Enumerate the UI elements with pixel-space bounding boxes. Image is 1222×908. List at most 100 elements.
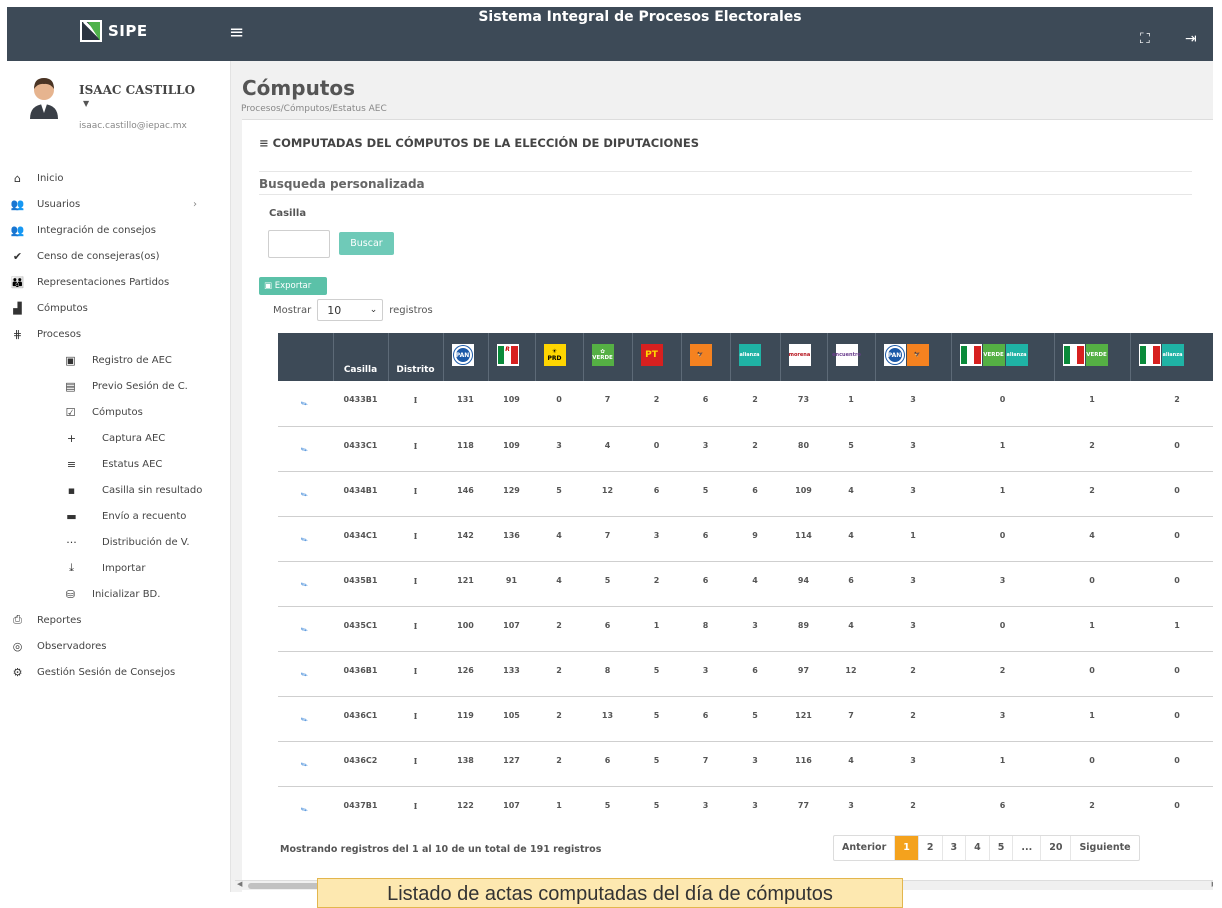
column-header-pan-mc[interactable]: PAN 🦅	[875, 333, 952, 381]
table-row[interactable]: ✎ 0434C1 I 142 136 4 7 3 6 9 114 4 1 0 4 0	[278, 516, 1213, 562]
sidebar-item-label: Importar	[102, 562, 146, 574]
edit-pencil-icon[interactable]: ✎	[300, 714, 311, 725]
vote-cell: 0	[535, 381, 583, 427]
page-length-control: Mostrar 10 ⌄ registros	[273, 299, 433, 321]
vote-cell: 77	[780, 786, 827, 831]
vote-cell: 0	[951, 516, 1054, 562]
casilla-cell: 0436B1	[333, 651, 388, 697]
logout-icon[interactable]: ⇥	[1185, 31, 1197, 47]
sidebar: ISAAC CASTILLO ▼ isaac.castillo@iepac.mx…	[7, 61, 231, 892]
column-header-prd[interactable]: ☀ PRD	[535, 333, 584, 381]
column-header-nueva-alianza[interactable]: alianza	[730, 333, 781, 381]
sidebar-item-envío-a-recuento[interactable]: ▬ Envío a recuento	[7, 503, 231, 529]
edit-pencil-icon[interactable]: ✎	[300, 399, 311, 410]
edit-pencil-icon[interactable]: ✎	[300, 669, 311, 680]
edit-pencil-icon[interactable]: ✎	[300, 624, 311, 635]
sidebar-item-integración-de-consejos[interactable]: 👥 Integración de consejos	[7, 217, 231, 243]
page-button-20[interactable]: 20	[1041, 836, 1072, 860]
column-header-pan[interactable]: PAN	[443, 333, 489, 381]
next-page-button[interactable]: Siguiente	[1071, 836, 1138, 860]
table-row[interactable]: ✎ 0435B1 I 121 91 4 5 2 6 4 94 6 3 3 0 0	[278, 561, 1213, 607]
previous-page-button[interactable]: Anterior	[834, 836, 896, 860]
table-row[interactable]: ✎ 0433C1 I 118 109 3 4 0 3 2 80 5 3 1 2 0	[278, 426, 1213, 472]
sidebar-item-gestión-sesión-de-consejos[interactable]: ⚙ Gestión Sesión de Consejos	[7, 659, 231, 685]
sidebar-item-inicio[interactable]: ⌂ Inicio	[7, 165, 231, 191]
sidebar-item-cómputos[interactable]: ▟ Cómputos	[7, 295, 231, 321]
table-row[interactable]: ✎ 0436C1 I 119 105 2 13 5 6 5 121 7 2 3 1 0	[278, 696, 1213, 742]
sidebar-item-observadores[interactable]: ◎ Observadores	[7, 633, 231, 659]
table-row[interactable]: ✎ 0433B1 I 131 109 0 7 2 6 2 73 1 3 0 1 2	[278, 381, 1213, 427]
column-header-pri-verde-na[interactable]: VERDE alianza	[951, 333, 1055, 381]
sidebar-item-label: Gestión Sesión de Consejos	[37, 666, 176, 678]
sidebar-item-estatus-aec[interactable]: ≡ Estatus AEC	[7, 451, 231, 477]
column-header-morena[interactable]: morena	[780, 333, 828, 381]
export-button[interactable]: ▣ Exportar	[259, 277, 327, 295]
sidebar-item-importar[interactable]: ⤓ Importar	[7, 555, 231, 581]
user-menu-caret-icon[interactable]: ▼	[83, 99, 89, 108]
table-row[interactable]: ✎ 0436B1 I 126 133 2 8 5 3 6 97 12 2 2 0 0	[278, 651, 1213, 697]
sidebar-item-captura-aec[interactable]: + Captura AEC	[7, 425, 231, 451]
table-row[interactable]: ✎ 0436C2 I 138 127 2 6 5 7 3 116 4 3 1 0 0	[278, 741, 1213, 787]
sidebar-item-censo-de-consejeras-os[interactable]: ✔ Censo de consejeras(os)	[7, 243, 231, 269]
page-button-2[interactable]: 2	[919, 836, 943, 860]
casilla-input[interactable]	[268, 230, 330, 258]
column-header-mc[interactable]: 🦅	[681, 333, 731, 381]
column-header-distrito[interactable]: Distrito	[388, 333, 444, 381]
menu-toggle-icon[interactable]: ≡	[229, 22, 244, 43]
avatar[interactable]	[26, 75, 62, 119]
page-button-4[interactable]: 4	[966, 836, 990, 860]
edit-pencil-icon[interactable]: ✎	[300, 489, 311, 500]
edit-cell: ✎	[278, 561, 333, 607]
vote-cell: 5	[827, 426, 875, 472]
sidebar-item-previo-sesión-de-c[interactable]: ▤ Previo Sesión de C.	[7, 373, 231, 399]
scroll-right-icon[interactable]: ▶	[1212, 880, 1213, 888]
vote-cell: 4	[583, 426, 632, 472]
page-button-3[interactable]: 3	[943, 836, 967, 860]
edit-pencil-icon[interactable]: ✎	[300, 534, 311, 545]
column-header-verde[interactable]: ✿ VERDE	[583, 333, 633, 381]
fullscreen-icon[interactable]: ⛶	[1140, 31, 1150, 47]
column-header-casilla[interactable]: Casilla	[333, 333, 389, 381]
sidebar-item-procesos[interactable]: ⋕ Procesos	[7, 321, 231, 347]
vote-cell: 6	[827, 561, 875, 607]
column-header-pt[interactable]: PT	[632, 333, 682, 381]
show-prefix: Mostrar	[273, 304, 312, 316]
edit-pencil-icon[interactable]: ✎	[300, 444, 311, 455]
table-row[interactable]: ✎ 0437B1 I 122 107 1 5 5 3 3 77 3 2 6 2 0	[278, 786, 1213, 831]
column-header-pri-verde[interactable]: VERDE	[1054, 333, 1131, 381]
column-header-encuentro[interactable]: encuentro	[827, 333, 876, 381]
sidebar-item-label: Estatus AEC	[102, 458, 163, 470]
scroll-left-icon[interactable]: ◀	[237, 880, 242, 888]
vote-cell: 0	[1130, 651, 1213, 697]
vote-cell: 1	[1054, 606, 1130, 652]
edit-cell: ✎	[278, 426, 333, 472]
edit-pencil-icon[interactable]: ✎	[300, 579, 311, 590]
column-header-pri[interactable]: R	[488, 333, 536, 381]
table-row[interactable]: ✎ 0435C1 I 100 107 2 6 1 8 3 89 4 3 0 1 1	[278, 606, 1213, 652]
vote-cell: 3	[875, 381, 951, 427]
sidebar-item-reportes[interactable]: ⎙ Reportes	[7, 607, 231, 633]
sidebar-item-inicializar-bd[interactable]: ⛁ Inicializar BD.	[7, 581, 231, 607]
edit-pencil-icon[interactable]: ✎	[300, 759, 311, 770]
sidebar-item-cómputos[interactable]: ☑ Cómputos	[7, 399, 231, 425]
vote-cell: 3	[875, 606, 951, 652]
vote-cell: 6	[681, 516, 730, 562]
sidebar-item-registro-de-aec[interactable]: ▣ Registro de AEC	[7, 347, 231, 373]
edit-pencil-icon[interactable]: ✎	[300, 804, 311, 815]
user-name[interactable]: ISAAC CASTILLO	[79, 83, 195, 97]
sidebar-item-distribución-de-v[interactable]: ··· Distribución de V.	[7, 529, 231, 555]
vote-cell: 4	[827, 606, 875, 652]
table-row[interactable]: ✎ 0434B1 I 146 129 5 12 6 5 6 109 4 3 1 2 0	[278, 471, 1213, 517]
vote-cell: 0	[1054, 651, 1130, 697]
sidebar-item-usuarios[interactable]: 👥 Usuarios ›	[7, 191, 231, 217]
vote-cell: 1	[951, 426, 1054, 472]
column-header-pri-na[interactable]: alianza	[1130, 333, 1213, 381]
page-button-5[interactable]: 5	[990, 836, 1014, 860]
page-title: Cómputos	[242, 76, 356, 100]
sidebar-item-representaciones-partidos[interactable]: 👪 Representaciones Partidos	[7, 269, 231, 295]
sidebar-item-label: Usuarios	[37, 198, 81, 210]
page-button-1[interactable]: 1	[895, 836, 919, 860]
sidebar-item-casilla-sin-resultado[interactable]: ▪ Casilla sin resultado	[7, 477, 231, 503]
search-button[interactable]: Buscar	[339, 232, 394, 255]
page-length-select[interactable]: 10 ⌄	[317, 299, 384, 321]
